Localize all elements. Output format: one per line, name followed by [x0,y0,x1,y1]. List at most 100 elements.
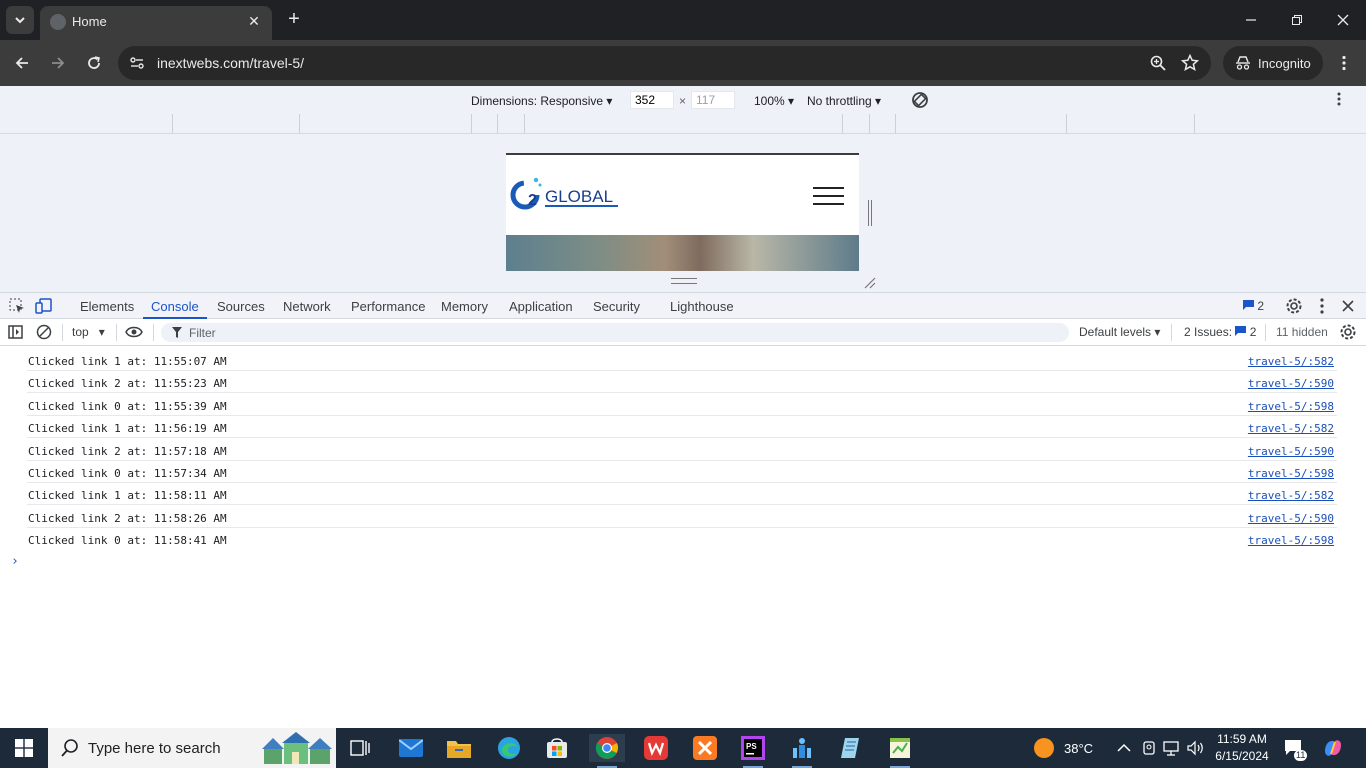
media-query-ruler[interactable] [0,114,1366,134]
notepad-app-icon[interactable] [833,734,869,762]
site-settings-icon[interactable] [128,54,146,72]
clear-console-icon[interactable] [35,323,53,341]
tab-performance[interactable]: Performance [351,299,425,314]
browser-menu-icon[interactable] [1334,53,1354,73]
ruler-segment[interactable] [842,114,843,133]
filter-icon [172,327,182,338]
console-message: Clicked link 2 at: 11:57:18 AM travel-5/:… [27,439,1337,461]
hidden-icons-button[interactable] [1117,728,1131,768]
volume-icon[interactable] [1187,728,1205,768]
times-sign: × [679,94,687,108]
start-button[interactable] [0,728,48,768]
xampp-icon[interactable] [687,734,723,762]
source-link[interactable]: travel-5/:582 [1248,489,1334,502]
ruler-segment[interactable] [869,114,870,133]
messages-badge[interactable]: 2 [1243,299,1264,313]
zoom-icon[interactable] [1148,53,1168,73]
bottom-resize-handle[interactable] [671,278,697,284]
device-toggle-icon[interactable] [35,297,53,315]
source-link[interactable]: travel-5/:590 [1248,445,1334,458]
close-tab-icon[interactable]: ✕ [244,11,264,31]
source-link[interactable]: travel-5/:582 [1248,355,1334,368]
notepad-plus-plus-icon[interactable] [882,734,918,768]
meet-now-icon[interactable] [1141,728,1157,768]
forward-button[interactable] [43,48,73,78]
weather-widget[interactable]: 38°C [1033,728,1093,768]
incognito-indicator[interactable]: Incognito [1223,46,1323,80]
ruler-segment[interactable] [1194,114,1195,133]
ruler-segment[interactable] [1066,114,1067,133]
ruler-segment[interactable] [524,114,525,133]
chrome-browser-icon[interactable] [589,734,625,768]
devtools-more-icon[interactable] [1313,297,1331,315]
source-link[interactable]: travel-5/:590 [1248,377,1334,390]
bookmark-star-icon[interactable] [1180,53,1200,73]
hamburger-menu-icon[interactable] [813,185,844,207]
source-link[interactable]: travel-5/:598 [1248,534,1334,547]
settings-gear-icon[interactable] [1285,297,1303,315]
issues-button[interactable]: 2 Issues: 2 [1184,325,1256,339]
source-link[interactable]: travel-5/:598 [1248,400,1334,413]
tab-search-button[interactable] [6,6,34,34]
ruler-segment[interactable] [172,114,173,133]
back-button[interactable] [7,48,37,78]
sidebar-toggle-icon[interactable] [7,323,25,341]
edge-browser-icon[interactable] [491,734,527,762]
ruler-segment[interactable] [471,114,472,133]
network-tray-icon[interactable] [1163,728,1181,768]
copilot-icon[interactable] [1322,728,1344,768]
console-output[interactable]: Clicked link 1 at: 11:55:07 AM travel-5/:… [0,347,1366,728]
new-tab-button[interactable]: + [282,8,306,32]
corner-resize-icon[interactable] [862,275,876,289]
restore-button[interactable] [1274,0,1320,40]
tab-security[interactable]: Security [593,299,640,314]
ruler-segment[interactable] [497,114,498,133]
tab-lighthouse[interactable]: Lighthouse [670,299,734,314]
close-window-button[interactable] [1320,0,1366,40]
source-link[interactable]: travel-5/:590 [1248,512,1334,525]
throttling-select[interactable]: No throttling ▾ [807,94,881,108]
rotate-icon[interactable] [910,90,930,110]
taskbar-search[interactable]: Type here to search [48,728,336,768]
task-view-icon[interactable] [342,734,378,762]
ruler-segment[interactable] [299,114,300,133]
zoom-select[interactable]: 100% ▾ [754,94,794,108]
tab-application[interactable]: Application [509,299,573,314]
microsoft-store-icon[interactable] [539,734,575,762]
right-resize-handle[interactable] [868,200,872,226]
dimensions-select[interactable]: Dimensions: Responsive ▾ [471,94,612,108]
tab-sources[interactable]: Sources [217,299,265,314]
source-link[interactable]: travel-5/:598 [1248,467,1334,480]
notification-center-button[interactable]: 11 [1284,728,1308,768]
live-expression-eye-icon[interactable] [125,323,143,341]
tab-memory[interactable]: Memory [441,299,488,314]
network-app-icon[interactable] [784,734,820,768]
system-clock[interactable]: 11:59 AM 6/15/2024 [1212,731,1272,765]
file-explorer-icon[interactable] [441,734,477,762]
emulated-page[interactable]: 2 GLOBAL [506,153,859,271]
tab-network[interactable]: Network [283,299,331,314]
reload-button[interactable] [79,48,109,78]
tab-console[interactable]: Console [151,299,199,314]
tab-elements[interactable]: Elements [80,299,134,314]
ruler-segment[interactable] [895,114,896,133]
filter-input[interactable]: Filter [161,323,1069,342]
address-bar[interactable]: inextwebs.com/travel-5/ [118,46,1211,80]
source-link[interactable]: travel-5/:582 [1248,422,1334,435]
inspect-element-icon[interactable] [8,297,26,315]
console-prompt-chevron-icon[interactable]: › [11,554,19,569]
minimize-button[interactable] [1228,0,1274,40]
mail-app-icon[interactable] [393,734,429,762]
wps-office-icon[interactable] [638,734,674,762]
issues-label: 2 Issues: [1184,325,1233,339]
close-devtools-icon[interactable] [1339,297,1357,315]
width-input[interactable] [630,91,674,109]
context-selector[interactable]: top ▾ [72,325,105,339]
console-settings-gear-icon[interactable] [1339,323,1357,341]
phpstorm-icon[interactable]: PS [735,734,771,768]
log-levels-select[interactable]: Default levels ▾ [1079,325,1160,339]
height-input[interactable] [691,91,735,109]
device-more-icon[interactable] [1337,92,1341,106]
device-toolbar: Dimensions: Responsive ▾ × 100% ▾ No thr… [0,86,1366,114]
browser-tab-home[interactable]: Home ✕ [40,6,272,40]
